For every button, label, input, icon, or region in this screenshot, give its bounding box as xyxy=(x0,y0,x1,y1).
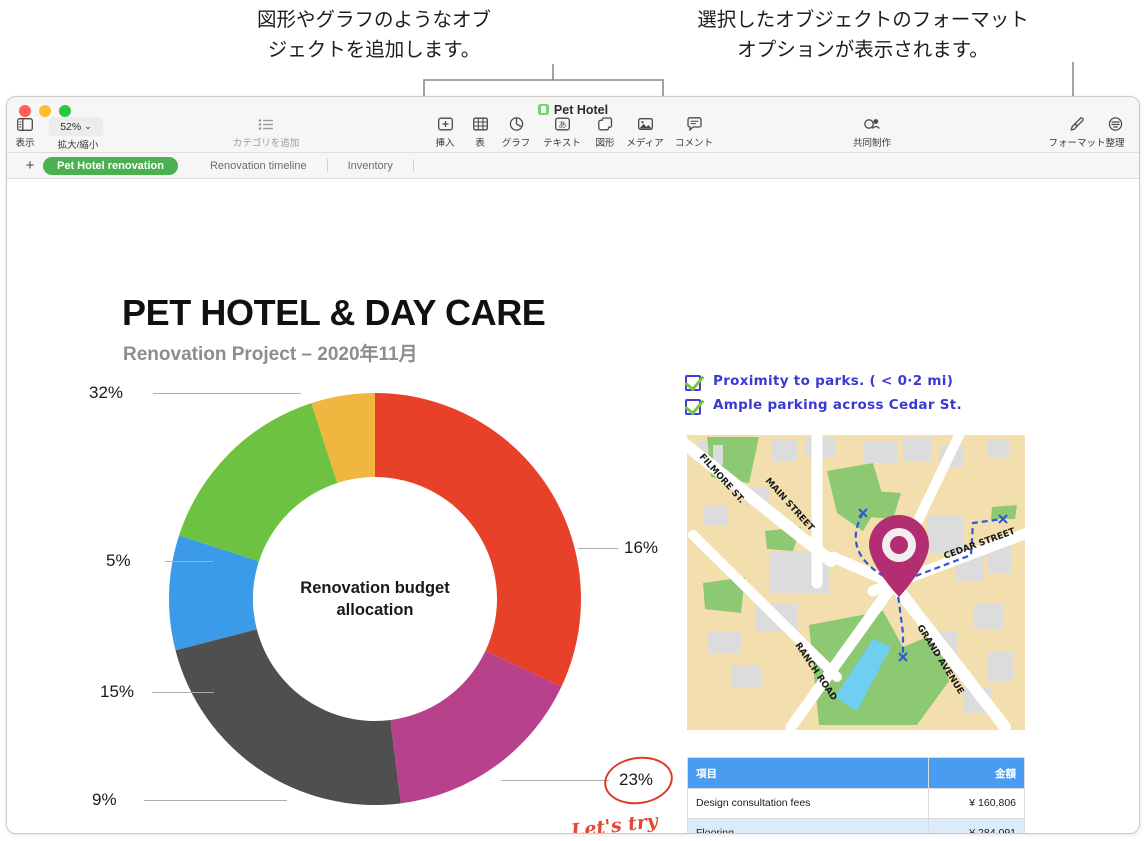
collaborate-icon xyxy=(837,115,907,134)
pct-label-plumbing: 5% xyxy=(106,551,131,570)
numbers-app-icon xyxy=(537,104,549,115)
callout-leader-lines xyxy=(423,62,1074,96)
table-row[interactable]: Flooring ¥ 284,091 xyxy=(687,817,1025,833)
add-sheet-button[interactable]: + xyxy=(17,157,43,175)
leader-line-23 xyxy=(501,780,609,781)
add-category-label: カテゴリを追加 xyxy=(232,138,300,149)
table-row[interactable]: Design consultation fees ¥ 160,806 xyxy=(687,788,1025,819)
chevron-down-icon: ⌄ xyxy=(84,121,92,131)
checkbox-checked-icon[interactable] xyxy=(685,375,701,391)
window-titlebar: Pet Hotel 表示 52% ⌄ 拡大/縮小 カテゴリを追加 挿入 表 グラ… xyxy=(7,97,1139,153)
sheet-tab-renovation-timeline[interactable]: Renovation timeline xyxy=(196,157,321,175)
zoom-caption: 拡大/縮小 xyxy=(57,140,99,151)
arrange-button[interactable]: 整理 xyxy=(1089,115,1139,149)
arrange-icon xyxy=(1089,115,1139,134)
sheet-tab-pet-hotel-renovation[interactable]: Pet Hotel renovation xyxy=(43,156,178,175)
donut-slice[interactable] xyxy=(179,403,338,562)
table-cell-item: Flooring xyxy=(687,817,929,833)
table-header-item: 項目 xyxy=(687,757,929,789)
table-cell-amount: ¥ 284,091 xyxy=(928,817,1025,833)
location-checklist: Proximity to parks. ( < 0·2 mi) Ample pa… xyxy=(685,373,1025,421)
checklist-item-parking[interactable]: Ample parking across Cedar St. xyxy=(685,397,1025,421)
category-list-icon xyxy=(231,115,301,134)
budget-donut-chart[interactable]: Renovation budget allocation xyxy=(167,391,583,807)
comment-button[interactable]: コメント xyxy=(659,115,729,149)
tab-divider xyxy=(326,159,328,172)
annotation-handwriting: Let's try to bring this down xyxy=(569,809,661,834)
leader-line-32 xyxy=(153,393,301,394)
collaborate-button[interactable]: 共同制作 xyxy=(837,115,907,149)
page-title: PET HOTEL & DAY CARE xyxy=(122,292,546,333)
leader-line-5 xyxy=(165,561,213,562)
zoom-level-dropdown[interactable]: 52% ⌄ xyxy=(49,117,103,136)
sheet-tabbar: + Pet Hotel renovation Renovation timeli… xyxy=(7,153,1139,179)
pct-label-flooring: 15% xyxy=(100,682,135,701)
svg-text:あ: あ xyxy=(558,120,566,129)
sheet-canvas[interactable]: PET HOTEL & DAY CARE Renovation Project … xyxy=(7,179,1139,833)
comment-label: コメント xyxy=(674,138,713,149)
zoom-level-value: 52% xyxy=(60,120,82,133)
map-svg: FILMORE ST. MAIN STREET CEDAR STREET RAN… xyxy=(687,435,1025,730)
comment-icon xyxy=(659,115,729,134)
donut-slice[interactable] xyxy=(375,393,581,687)
add-category-button[interactable]: カテゴリを追加 xyxy=(231,115,301,149)
leader-line-16 xyxy=(578,548,618,549)
page-subtitle: Renovation Project – 2020年11月 xyxy=(123,344,418,365)
sheet-tab-inventory[interactable]: Inventory xyxy=(334,157,407,175)
checklist-label-proximity: Proximity to parks. ( < 0·2 mi) xyxy=(713,373,954,389)
table-cell-item: Design consultation fees xyxy=(687,788,929,819)
table-cell-amount: ¥ 160,806 xyxy=(928,788,1025,819)
pct-label-cabinetry: 32% xyxy=(89,383,124,402)
arrange-label: 整理 xyxy=(1105,138,1125,149)
leader-line-9 xyxy=(144,800,287,801)
donut-svg xyxy=(169,393,581,805)
pct-label-fixtures: 16% xyxy=(624,538,659,557)
annotation-circle-23 xyxy=(601,752,676,809)
location-map-image[interactable]: FILMORE ST. MAIN STREET CEDAR STREET RAN… xyxy=(687,435,1025,730)
budget-table[interactable]: 項目 金額 Design consultation fees ¥ 160,806… xyxy=(687,757,1025,833)
checklist-item-proximity[interactable]: Proximity to parks. ( < 0·2 mi) xyxy=(685,373,1025,397)
table-header-row: 項目 金額 xyxy=(687,757,1025,789)
tab-divider xyxy=(412,159,414,172)
callout-annotations: 図形やグラフのようなオブ ジェクトを追加します。 選択したオブジェクトのフォーマ… xyxy=(0,0,1146,100)
leader-line-15 xyxy=(152,692,214,693)
collaborate-label: 共同制作 xyxy=(852,138,891,149)
checkbox-checked-icon[interactable] xyxy=(685,399,701,415)
table-header-amount: 金額 xyxy=(928,757,1025,789)
checklist-label-parking: Ample parking across Cedar St. xyxy=(713,397,962,413)
donut-slice[interactable] xyxy=(175,629,401,805)
app-window: Pet Hotel 表示 52% ⌄ 拡大/縮小 カテゴリを追加 挿入 表 グラ… xyxy=(6,96,1140,834)
pct-label-design: 9% xyxy=(92,790,117,809)
